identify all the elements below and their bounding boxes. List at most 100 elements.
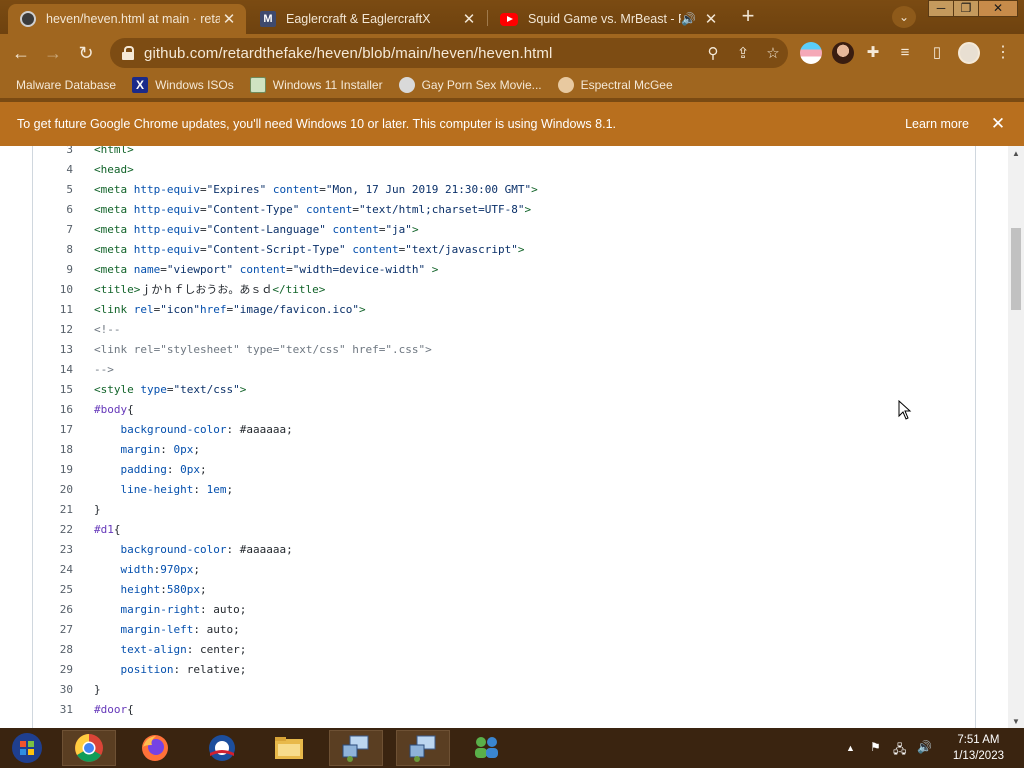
line-number[interactable]: 13: [33, 340, 73, 360]
infobar-message: To get future Google Chrome updates, you…: [17, 117, 616, 131]
line-number[interactable]: 29: [33, 660, 73, 680]
taskbar-file-explorer[interactable]: [262, 730, 316, 766]
media-queue-icon[interactable]: ≡: [892, 40, 918, 66]
tab-search-chevron-icon[interactable]: ⌄: [892, 6, 916, 28]
line-number[interactable]: 22: [33, 520, 73, 540]
window-close-button[interactable]: ✕: [978, 0, 1018, 17]
github-icon: [20, 11, 36, 27]
tab-youtube[interactable]: Squid Game vs. MrBeast - Rap Battle 🔊 ✕: [488, 4, 728, 34]
taskbar-obama-app[interactable]: [195, 730, 249, 766]
code-line: 18 margin: 0px;: [33, 440, 973, 460]
code-text: <meta http-equiv="Content-Script-Type" c…: [94, 243, 525, 256]
action-center-flag-icon[interactable]: ⚑: [870, 740, 881, 754]
line-number[interactable]: 14: [33, 360, 73, 380]
line-number[interactable]: 16: [33, 400, 73, 420]
minimize-button[interactable]: ─: [928, 0, 954, 17]
code-line: 30}: [33, 680, 973, 700]
line-number[interactable]: 21: [33, 500, 73, 520]
side-panel-icon[interactable]: ▯: [924, 40, 950, 66]
bookmark-malware-database[interactable]: Malware Database: [16, 78, 116, 92]
taskbar-messenger[interactable]: [460, 730, 514, 766]
line-number[interactable]: 27: [33, 620, 73, 640]
line-number[interactable]: 4: [33, 160, 73, 180]
line-number[interactable]: 20: [33, 480, 73, 500]
volume-icon[interactable]: 🔊: [917, 740, 932, 754]
code-text: margin-right: auto;: [120, 603, 247, 616]
line-number[interactable]: 11: [33, 300, 73, 320]
line-number[interactable]: 7: [33, 220, 73, 240]
menu-kebab-icon[interactable]: ⋮: [990, 40, 1016, 66]
system-clock[interactable]: 7:51 AM 1/13/2023: [953, 732, 1004, 764]
line-number[interactable]: 3: [33, 146, 73, 160]
line-number[interactable]: 24: [33, 560, 73, 580]
taskbar-network-app-1[interactable]: [329, 730, 383, 766]
character-face-icon: [557, 77, 574, 93]
code-line: 15 <style type="text/css">: [33, 380, 973, 400]
bookmark-movie[interactable]: Gay Porn Sex Movie...: [398, 77, 542, 93]
page-content: 3 <html> 4 <head> 5 <meta http-equiv="Expires…: [0, 146, 1008, 728]
taskbar-network-app-2[interactable]: [396, 730, 450, 766]
forward-arrow-icon[interactable]: →: [40, 40, 66, 66]
line-number[interactable]: 31: [33, 700, 73, 720]
line-number[interactable]: 18: [33, 440, 73, 460]
tab-github[interactable]: heven/heven.html at main · retardthefake…: [8, 4, 246, 34]
code-line: 26 margin-right: auto;: [33, 600, 973, 620]
page-scrollbar[interactable]: ▲ ▼: [1008, 146, 1024, 728]
line-number[interactable]: 12: [33, 320, 73, 340]
code-line: 7 <meta http-equiv="Content-Language" con…: [33, 220, 973, 240]
bookmark-star-icon[interactable]: ☆: [758, 44, 788, 62]
extension-avatar-icon[interactable]: [832, 42, 854, 64]
address-url[interactable]: github.com/retardthefake/heven/blob/main…: [144, 45, 698, 62]
extension-flag-icon[interactable]: [800, 42, 822, 64]
zoom-icon[interactable]: ⚲: [698, 44, 728, 62]
tab-eaglercraft[interactable]: M Eaglercraft & EaglercraftX ✕: [248, 4, 486, 34]
line-number[interactable]: 9: [33, 260, 73, 280]
line-number[interactable]: 28: [33, 640, 73, 660]
reload-icon[interactable]: ↻: [73, 40, 99, 66]
share-icon[interactable]: ⇪: [728, 44, 758, 62]
extensions-puzzle-icon[interactable]: ✚: [860, 40, 886, 66]
line-number[interactable]: 15: [33, 380, 73, 400]
line-number[interactable]: 6: [33, 200, 73, 220]
line-number[interactable]: 8: [33, 240, 73, 260]
bookmark-windows-11-installer[interactable]: Windows 11 Installer: [249, 77, 383, 93]
line-number[interactable]: 30: [33, 680, 73, 700]
code-line: 11 <link rel="icon"href="image/favicon.ic…: [33, 300, 973, 320]
code-text: -->: [94, 363, 114, 376]
scroll-thumb[interactable]: [1011, 228, 1021, 310]
show-hidden-icons-icon[interactable]: ▲: [846, 743, 855, 753]
back-arrow-icon[interactable]: ←: [8, 40, 34, 66]
bookmark-espectral-mcgee[interactable]: Espectral McGee: [557, 77, 673, 93]
close-icon[interactable]: ✕: [702, 10, 720, 28]
infobar-close-icon[interactable]: ✕: [989, 114, 1007, 134]
code-text: <!--: [94, 323, 121, 336]
line-number[interactable]: 17: [33, 420, 73, 440]
scroll-up-arrow-icon[interactable]: ▲: [1012, 149, 1020, 158]
line-number[interactable]: 26: [33, 600, 73, 620]
code-line: 28 text-align: center;: [33, 640, 973, 660]
start-button[interactable]: [0, 730, 54, 766]
taskbar-chrome[interactable]: [62, 730, 116, 766]
network-icon[interactable]: 🖧: [893, 740, 906, 761]
taskbar-firefox[interactable]: [128, 730, 182, 766]
address-bar[interactable]: github.com/retardthefake/heven/blob/main…: [110, 38, 788, 68]
scroll-down-arrow-icon[interactable]: ▼: [1012, 717, 1020, 726]
speaker-icon[interactable]: 🔊: [681, 12, 696, 26]
folder-icon: [275, 737, 303, 759]
line-number[interactable]: 10: [33, 280, 73, 300]
restore-button[interactable]: ❐: [953, 0, 979, 17]
learn-more-link[interactable]: Learn more: [905, 117, 969, 131]
close-icon[interactable]: ✕: [460, 10, 478, 28]
line-number[interactable]: 19: [33, 460, 73, 480]
x-logo-icon: X: [132, 77, 149, 93]
bookmark-windows-isos[interactable]: X Windows ISOs: [132, 77, 234, 93]
profile-avatar-icon[interactable]: [958, 42, 980, 64]
new-tab-button[interactable]: +: [736, 5, 760, 29]
code-line: 9 <meta name="viewport" content="width=de…: [33, 260, 973, 280]
line-number[interactable]: 25: [33, 580, 73, 600]
close-icon[interactable]: ✕: [220, 10, 238, 28]
tab-title: Squid Game vs. MrBeast - Rap Battle: [528, 12, 681, 26]
line-number[interactable]: 5: [33, 180, 73, 200]
lock-icon[interactable]: [122, 46, 134, 60]
line-number[interactable]: 23: [33, 540, 73, 560]
